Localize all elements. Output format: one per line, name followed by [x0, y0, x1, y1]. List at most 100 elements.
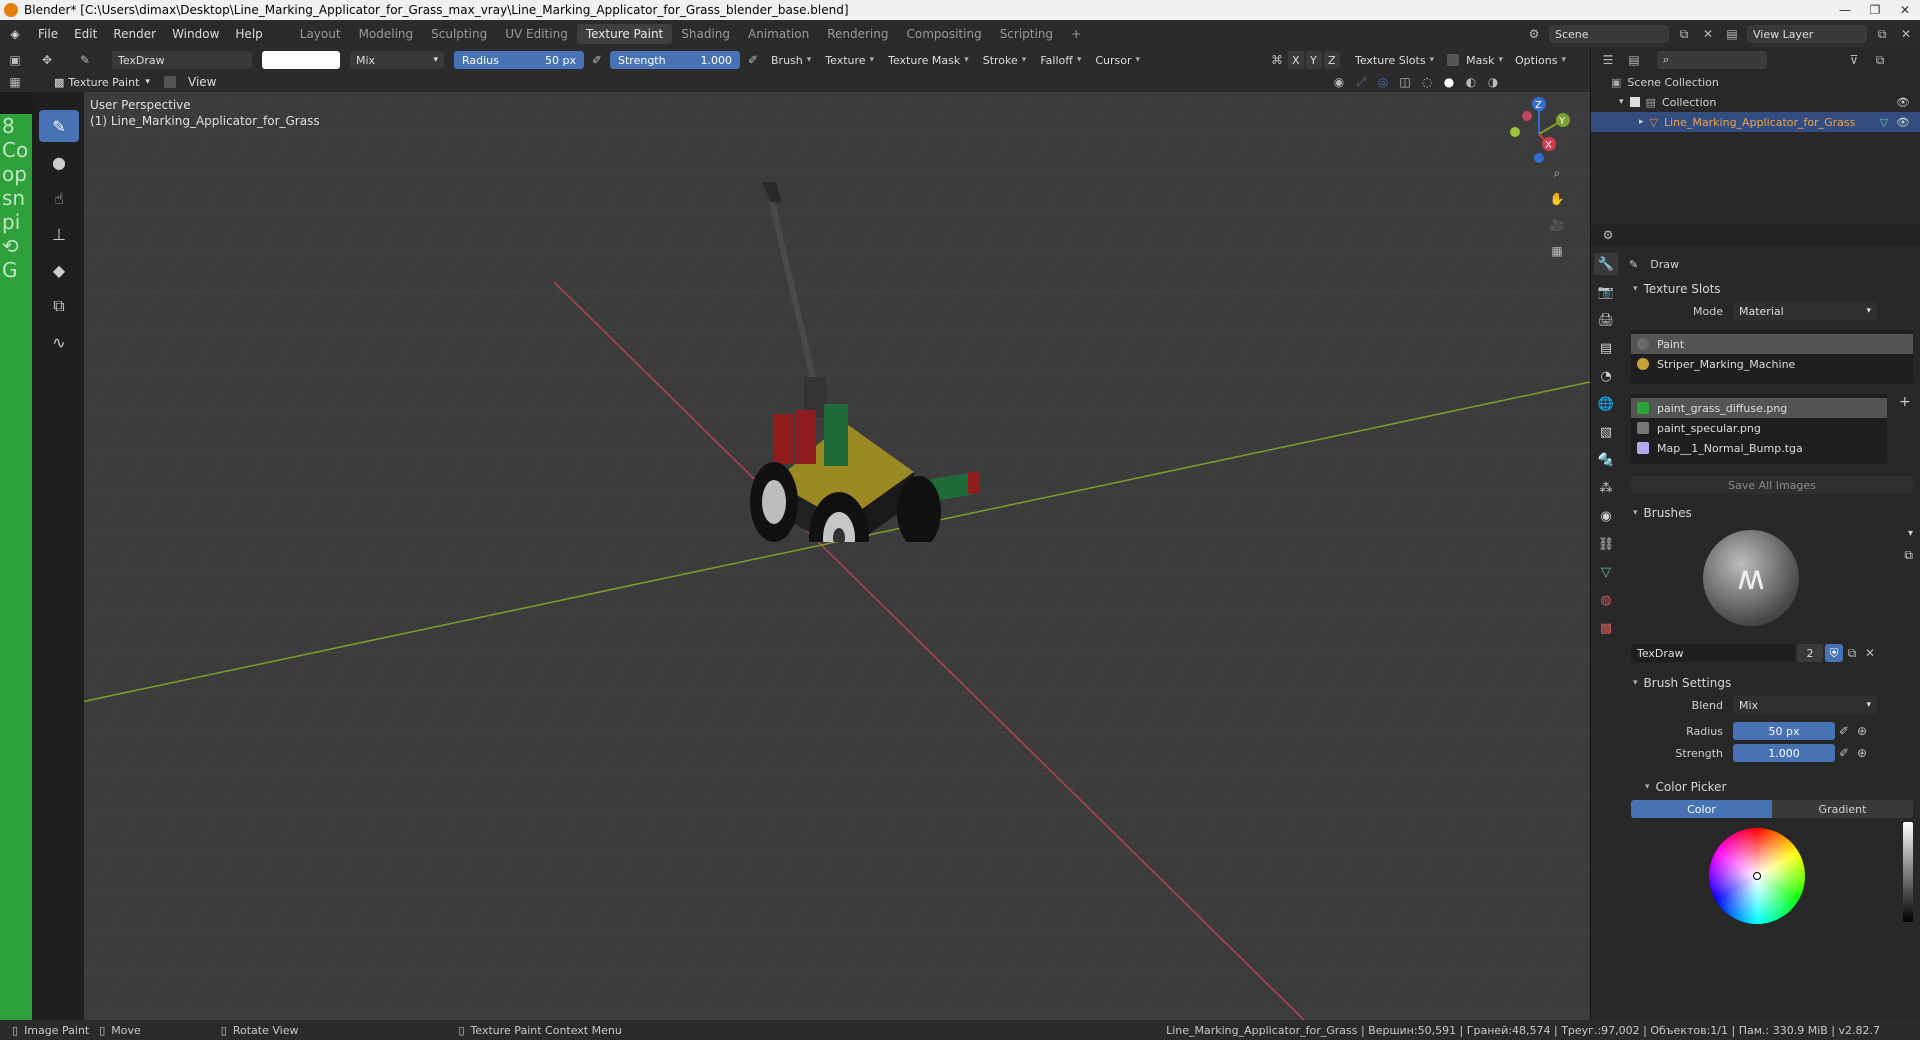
world-tab-icon[interactable]: 🌐 [1594, 393, 1618, 415]
color-wheel[interactable] [1709, 828, 1805, 924]
gradient-tab[interactable]: Gradient [1772, 800, 1913, 818]
solid-shading-icon[interactable]: ● [1440, 73, 1458, 91]
menu-render[interactable]: Render [105, 27, 164, 41]
fill-tool-icon[interactable]: ◆ [39, 254, 79, 286]
add-slot-button[interactable]: + [1899, 394, 1911, 464]
material-tab-icon[interactable]: ◍ [1594, 589, 1618, 611]
visibility-icon[interactable]: ◉ [1330, 73, 1348, 91]
viewport-editor-icon[interactable]: ▦ [6, 73, 24, 91]
menu-help[interactable]: Help [227, 27, 270, 41]
mirror-z-toggle[interactable]: Z [1324, 51, 1340, 69]
scene-icon[interactable]: ⚙ [1525, 25, 1543, 43]
unlink-brush-icon[interactable]: ✕ [1861, 644, 1879, 662]
view-layer-tab-icon[interactable]: ▤ [1594, 337, 1618, 359]
view-layer-icon[interactable]: ▤ [1723, 25, 1741, 43]
new-collection-icon[interactable]: ⧉ [1871, 51, 1889, 69]
outliner-object-row[interactable]: ▸ ▽ Line_Marking_Applicator_for_Grass ▽ … [1591, 112, 1920, 132]
tab-compositing[interactable]: Compositing [897, 24, 990, 44]
brush-users-count[interactable]: 2 [1797, 644, 1823, 662]
smear-tool-icon[interactable]: ☝ [39, 182, 79, 214]
object-visibility-eye-icon[interactable]: 👁 [1896, 116, 1910, 129]
brush-list-expand-icon[interactable]: ▾ [1908, 528, 1913, 539]
modifier-tab-icon[interactable]: 🔩 [1594, 449, 1618, 471]
display-mode-icon[interactable]: ▤ [1625, 51, 1643, 69]
physics-tab-icon[interactable]: ◉ [1594, 505, 1618, 527]
rendered-shading-icon[interactable]: ◑ [1484, 73, 1502, 91]
image-slot-list[interactable]: paint_grass_diffuse.png paint_specular.p… [1631, 394, 1887, 464]
tab-uv-editing[interactable]: UV Editing [496, 24, 577, 44]
camera-view-icon[interactable]: 🎥 [1548, 216, 1566, 234]
strength-slider[interactable]: Strength 1.000 [610, 51, 740, 69]
strength-unit-icon[interactable]: ⊕ [1853, 744, 1871, 762]
brush-color-swatch[interactable] [262, 51, 340, 69]
filter-icon[interactable]: ⊽ [1845, 51, 1863, 69]
radius-pressure-icon[interactable]: ✐ [588, 51, 606, 69]
render-tab-icon[interactable]: 📷 [1594, 281, 1618, 303]
texture-mask-menu[interactable]: Texture Mask [883, 54, 974, 67]
brush-new-icon[interactable]: ⧉ [1904, 548, 1913, 563]
brush-preview-icon[interactable]: ʍ [1703, 530, 1799, 626]
duplicate-brush-icon[interactable]: ⧉ [1843, 644, 1861, 662]
strength-pressure-icon[interactable]: ✐ [744, 51, 762, 69]
color-wheel-cursor[interactable] [1753, 872, 1761, 880]
save-all-images-button[interactable]: Save All Images [1631, 476, 1913, 494]
new-scene-icon[interactable]: ⧉ [1675, 25, 1693, 43]
tool-tab-icon[interactable]: 🔧 [1594, 253, 1618, 275]
radius-slider-props[interactable]: 50 px [1733, 722, 1835, 740]
collection-checkbox[interactable] [1629, 97, 1640, 107]
falloff-menu[interactable]: Falloff [1035, 54, 1086, 67]
brush-icon[interactable]: ✎ [76, 51, 94, 69]
image-editor-strip[interactable]: 8 Co op sn pi ⟲ G [0, 92, 32, 1020]
particles-tab-icon[interactable]: ⁂ [1594, 477, 1618, 499]
strength-pen-pressure-icon[interactable]: ✐ [1835, 744, 1853, 762]
tab-animation[interactable]: Animation [739, 24, 818, 44]
tab-layout[interactable]: Layout [291, 24, 350, 44]
tab-rendering[interactable]: Rendering [818, 24, 897, 44]
radius-unit-icon[interactable]: ⊕ [1853, 722, 1871, 740]
texture-slots-panel-header[interactable]: ▾ Texture Slots [1623, 278, 1919, 300]
annotate-tool-icon[interactable]: ∿ [39, 326, 79, 358]
delete-scene-icon[interactable]: ✕ [1699, 25, 1717, 43]
add-workspace-button[interactable]: + [1062, 24, 1090, 44]
minimize-button[interactable]: — [1830, 0, 1860, 20]
gizmo-icon[interactable]: ⤢ [1352, 73, 1370, 91]
texture-menu[interactable]: Texture [820, 54, 879, 67]
blend-mode-dropdown[interactable]: Mix ▾ [350, 51, 444, 69]
mesh-data-tab-icon[interactable]: ▽ [1594, 561, 1618, 583]
properties-editor-icon[interactable]: ⚙ [1599, 226, 1617, 244]
outliner-editor-icon[interactable]: ☰ [1599, 51, 1617, 69]
scene-field[interactable]: Scene [1549, 25, 1669, 43]
maximize-button[interactable]: ❐ [1860, 0, 1890, 20]
material-item-paint[interactable]: Paint [1631, 334, 1913, 354]
outliner-collection[interactable]: ▾ ▤ Collection 👁 [1591, 92, 1920, 112]
clone-tool-icon[interactable]: ⊥ [39, 218, 79, 250]
tab-modeling[interactable]: Modeling [350, 24, 423, 44]
close-window-button[interactable]: ✕ [1890, 0, 1920, 20]
mode-dropdown[interactable]: ▩ Texture Paint ▾ [48, 73, 156, 91]
line-marking-machine-model[interactable] [684, 182, 984, 542]
menu-edit[interactable]: Edit [66, 27, 105, 41]
collection-visibility-eye-icon[interactable]: 👁 [1896, 96, 1910, 109]
brush-settings-panel-header[interactable]: ▾ Brush Settings [1623, 672, 1919, 694]
3d-viewport[interactable]: User Perspective (1) Line_Marking_Applic… [34, 92, 1590, 1020]
menu-file[interactable]: File [30, 27, 66, 41]
ortho-grid-icon[interactable]: ▦ [1548, 242, 1566, 260]
delete-view-layer-icon[interactable]: ✕ [1897, 25, 1915, 43]
mask-tool-icon[interactable]: ⧉ [39, 290, 79, 322]
zoom-icon[interactable]: ⌕ [1548, 164, 1566, 182]
stroke-menu[interactable]: Stroke [978, 54, 1032, 67]
navigation-gizmo[interactable]: Z Y X [1499, 94, 1579, 174]
paint-mask-toggle[interactable] [164, 76, 176, 88]
menu-window[interactable]: Window [164, 27, 227, 41]
brush-menu[interactable]: Brush [766, 54, 816, 67]
overlays-icon[interactable]: ◎ [1374, 73, 1392, 91]
options-menu[interactable]: Options [1510, 54, 1571, 67]
tab-scripting[interactable]: Scripting [991, 24, 1062, 44]
wireframe-shading-icon[interactable]: ◌ [1418, 73, 1436, 91]
outliner-search-field[interactable]: ⌕ [1657, 51, 1767, 69]
slot-mode-dropdown[interactable]: Material ▾ [1733, 302, 1877, 320]
image-item-normal[interactable]: Map__1_Normal_Bump.tga [1631, 438, 1887, 458]
tab-texture-paint[interactable]: Texture Paint [576, 24, 673, 44]
view-layer-field[interactable]: View Layer [1747, 25, 1867, 43]
material-list[interactable]: Paint Striper_Marking_Machine [1631, 330, 1913, 384]
